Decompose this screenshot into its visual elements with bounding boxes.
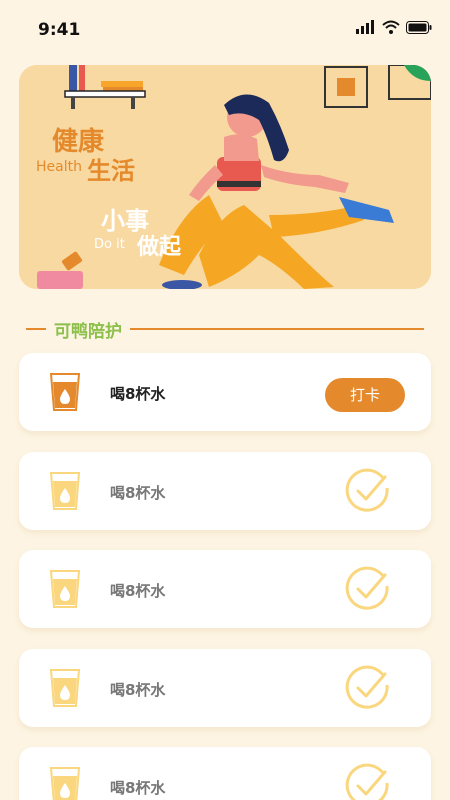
wifi-icon — [382, 20, 400, 34]
status-bar: 9:41 — [0, 0, 450, 60]
divider-left — [26, 328, 46, 330]
section-title: 可鸭陪护 — [54, 321, 122, 342]
status-icons — [356, 20, 432, 34]
task-label: 喝8杯水 — [110, 484, 166, 502]
completed-check-icon — [345, 665, 389, 709]
task-label: 喝8杯水 — [110, 385, 166, 403]
water-cup-icon — [49, 570, 81, 608]
health-banner[interactable]: 健康 Health 生活 小事 Do it 做起 — [19, 65, 431, 289]
task-card[interactable]: 喝8杯水 — [19, 452, 431, 530]
divider-right — [130, 328, 424, 330]
completed-check-icon — [345, 763, 389, 800]
status-time: 9:41 — [38, 20, 81, 40]
completed-check-icon — [345, 468, 389, 512]
banner-title-life-cn: 生活 — [87, 157, 135, 185]
water-cup-icon — [49, 472, 81, 510]
check-in-button[interactable]: 打卡 — [325, 378, 405, 412]
section-header: 可鸭陪护 — [26, 314, 424, 344]
water-cup-icon — [49, 669, 81, 707]
completed-check-icon — [345, 566, 389, 610]
task-card[interactable]: 喝8杯水 — [19, 649, 431, 727]
task-label: 喝8杯水 — [110, 582, 166, 600]
banner-title-health-en: Health — [36, 159, 82, 175]
water-cup-icon — [49, 373, 81, 411]
banner-illustration — [19, 65, 431, 289]
task-label: 喝8杯水 — [110, 779, 166, 797]
signal-icon — [356, 20, 374, 34]
banner-title-doit-en: Do it — [94, 237, 125, 252]
battery-icon — [406, 20, 432, 34]
water-cup-icon — [49, 767, 81, 800]
task-card[interactable]: 喝8杯水 打卡 — [19, 353, 431, 431]
banner-title-start-cn: 做起 — [137, 235, 182, 260]
task-label: 喝8杯水 — [110, 681, 166, 699]
task-card[interactable]: 喝8杯水 — [19, 550, 431, 628]
task-card[interactable]: 喝8杯水 — [19, 747, 431, 800]
